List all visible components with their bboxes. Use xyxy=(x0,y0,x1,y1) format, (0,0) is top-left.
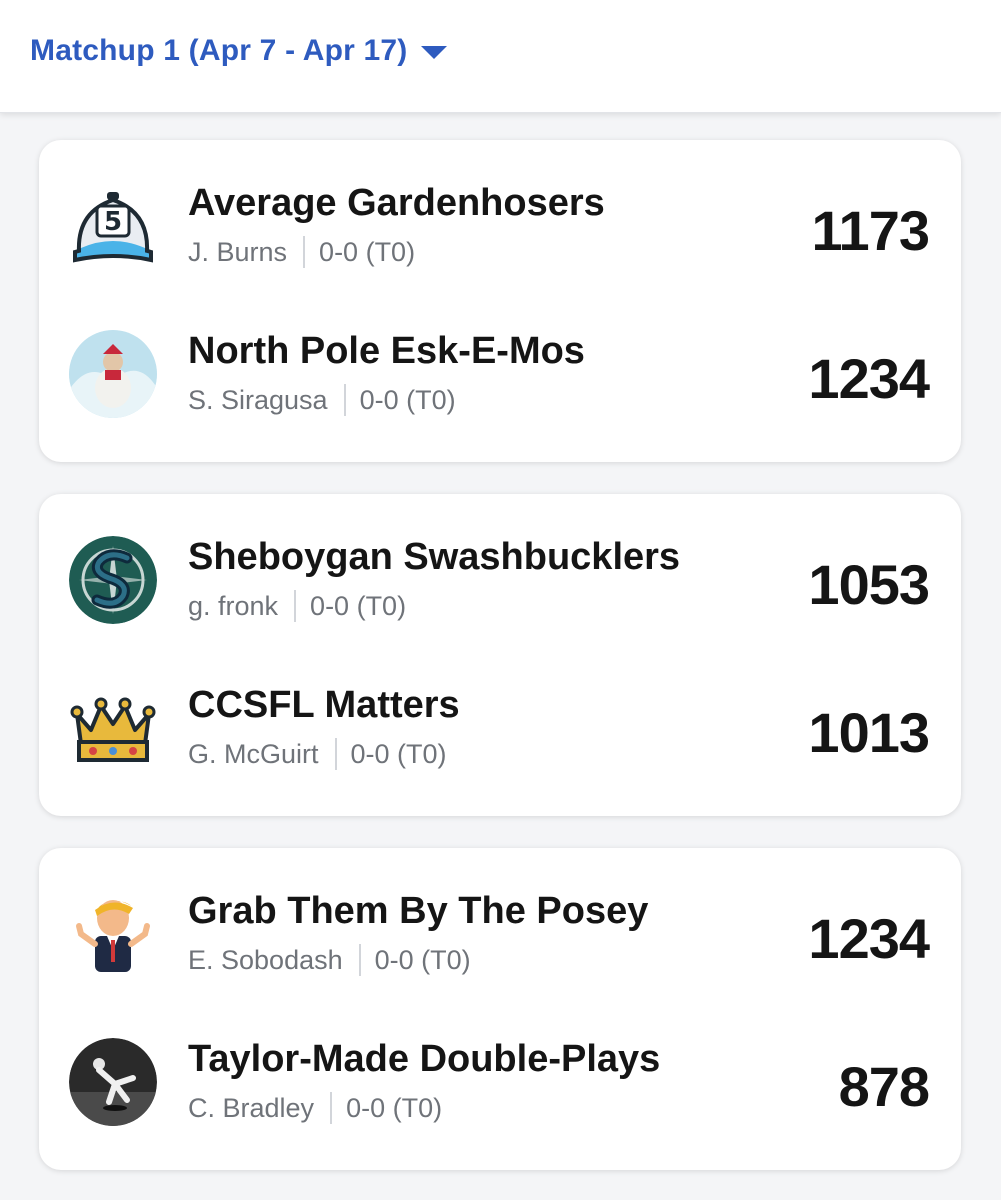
owner-name: S. Siragusa xyxy=(188,384,328,415)
svg-text:5: 5 xyxy=(104,207,122,237)
meta-divider xyxy=(343,384,346,416)
team-meta: E. Sobodash 0-0 (T0) xyxy=(188,944,471,976)
meta-divider xyxy=(358,944,361,976)
team-score: 1053 xyxy=(808,553,930,616)
team-meta: g. fronk 0-0 (T0) xyxy=(188,590,406,622)
team-row[interactable]: North Pole Esk-E-Mos S. Siragusa 0-0 (T0… xyxy=(39,330,961,450)
team-row[interactable]: Grab Them By The Posey E. Sobodash 0-0 (… xyxy=(39,890,961,1010)
meta-divider xyxy=(303,236,306,268)
team-score: 1234 xyxy=(808,907,930,970)
mariners-logo-icon xyxy=(69,536,157,624)
matchup-card[interactable]: Grab Them By The Posey E. Sobodash 0-0 (… xyxy=(39,848,961,1170)
matchup-dropdown[interactable]: Matchup 1 (Apr 7 - Apr 17) xyxy=(30,34,448,68)
chevron-down-icon xyxy=(421,46,448,59)
team-avatar-photo xyxy=(69,330,157,418)
team-meta: J. Burns 0-0 (T0) xyxy=(188,236,415,268)
baseball-cap-icon: 5 xyxy=(69,182,157,270)
crown-icon xyxy=(69,684,157,772)
team-row[interactable]: Taylor-Made Double-Plays C. Bradley 0-0 … xyxy=(39,1038,961,1158)
team-record: 0-0 (T0) xyxy=(374,944,471,975)
team-score: 1013 xyxy=(808,701,930,764)
team-record: 0-0 (T0) xyxy=(346,1092,443,1123)
owner-name: J. Burns xyxy=(188,236,288,267)
owner-name: C. Bradley xyxy=(188,1092,315,1123)
owner-name: G. McGuirt xyxy=(188,738,319,769)
team-meta: G. McGuirt 0-0 (T0) xyxy=(188,738,447,770)
team-record: 0-0 (T0) xyxy=(350,738,447,769)
team-name: Grab Them By The Posey xyxy=(188,890,649,932)
team-meta: C. Bradley 0-0 (T0) xyxy=(188,1092,442,1124)
matchup-card[interactable]: 5 Average Gardenhosers J. Burns 0-0 (T0)… xyxy=(39,140,961,462)
team-score: 1234 xyxy=(808,347,930,410)
meta-divider xyxy=(334,738,337,770)
owner-name: E. Sobodash xyxy=(188,944,343,975)
cartoon-man-icon xyxy=(69,890,157,978)
matchup-card[interactable]: Sheboygan Swashbucklers g. fronk 0-0 (T0… xyxy=(39,494,961,816)
matchup-label: Matchup 1 (Apr 7 - Apr 17) xyxy=(30,34,408,67)
team-record: 0-0 (T0) xyxy=(319,236,416,267)
team-name: Sheboygan Swashbucklers xyxy=(188,536,681,578)
team-score: 1173 xyxy=(811,199,930,262)
meta-divider xyxy=(294,590,297,622)
owner-name: g. fronk xyxy=(188,590,279,621)
team-record: 0-0 (T0) xyxy=(310,590,407,621)
team-row[interactable]: Sheboygan Swashbucklers g. fronk 0-0 (T0… xyxy=(39,536,961,656)
team-name: Taylor-Made Double-Plays xyxy=(188,1038,661,1080)
team-name: CCSFL Matters xyxy=(188,684,460,726)
team-name: North Pole Esk-E-Mos xyxy=(188,330,585,372)
team-score: 878 xyxy=(838,1055,930,1118)
team-avatar-photo xyxy=(69,1038,157,1126)
meta-divider xyxy=(330,1092,333,1124)
top-bar: Matchup 1 (Apr 7 - Apr 17) xyxy=(0,0,1001,113)
team-row[interactable]: CCSFL Matters G. McGuirt 0-0 (T0) 1013 xyxy=(39,684,961,804)
team-row[interactable]: 5 Average Gardenhosers J. Burns 0-0 (T0)… xyxy=(39,182,961,302)
team-record: 0-0 (T0) xyxy=(359,384,456,415)
team-meta: S. Siragusa 0-0 (T0) xyxy=(188,384,456,416)
team-name: Average Gardenhosers xyxy=(188,182,605,224)
